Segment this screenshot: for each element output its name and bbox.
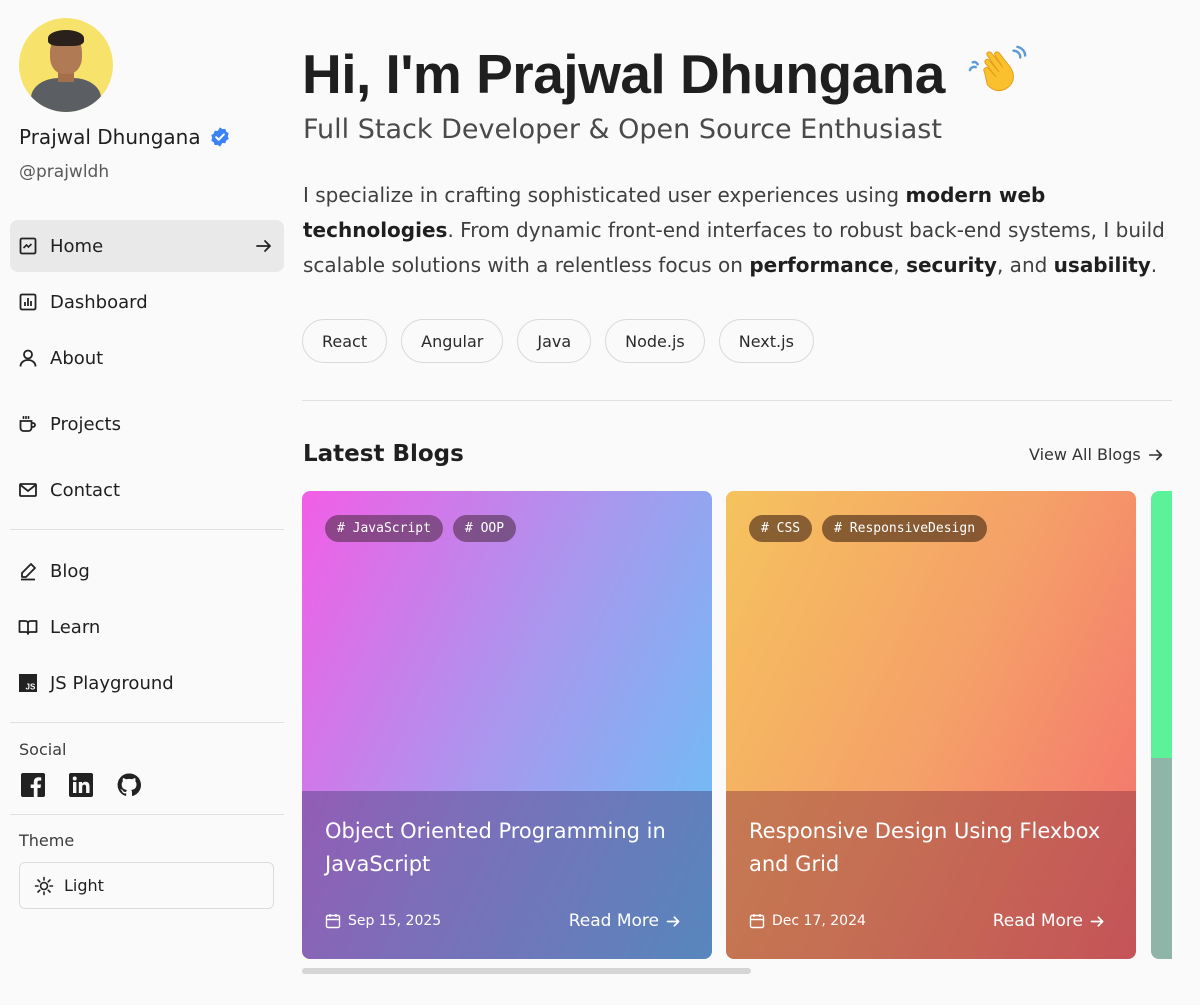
sun-icon xyxy=(34,876,54,895)
hero-title: Hi, I'm Prajwal Dhungana xyxy=(302,43,945,105)
blog-title[interactable]: Responsive Design Using Flexbox and Grid xyxy=(749,815,1109,881)
section-divider xyxy=(302,400,1172,401)
nav-item-label: JS Playground xyxy=(50,672,174,694)
waving-hand-icon xyxy=(968,45,1027,92)
nav-item-blog[interactable]: Blog xyxy=(10,545,284,597)
read-more-label: Read More xyxy=(992,911,1083,931)
nav-item-label: About xyxy=(50,347,104,369)
hero-description: I specialize in crafting sophisticated u… xyxy=(303,183,1165,277)
latest-blogs-heading: Latest Blogs xyxy=(303,441,464,467)
skill-tag[interactable]: Java xyxy=(517,319,592,363)
nav-item-contact[interactable]: Contact xyxy=(10,464,284,516)
svg-text:JS: JS xyxy=(26,683,36,692)
book-icon xyxy=(18,617,38,637)
blog-card-partial[interactable] xyxy=(1151,491,1172,959)
arrow-right-icon xyxy=(1148,449,1162,460)
mail-icon xyxy=(18,480,38,500)
blog-date: Sep 15, 2025 xyxy=(325,913,441,929)
verified-badge-icon xyxy=(210,127,229,147)
social-label: Social xyxy=(19,740,67,759)
sidebar: Prajwal Dhungana @prajwldh Home Dashboar… xyxy=(0,0,294,1005)
home-icon xyxy=(18,236,38,256)
blog-tag[interactable]: # CSS xyxy=(749,515,813,542)
nav-item-projects[interactable]: Projects xyxy=(10,398,284,450)
profile-name: Prajwal Dhungana xyxy=(19,125,201,149)
nav-item-label: Home xyxy=(50,235,104,257)
profile-name-row: Prajwal Dhungana xyxy=(19,125,231,149)
facebook-icon[interactable] xyxy=(21,773,45,797)
blog-card-info: Object Oriented Programming in JavaScrip… xyxy=(302,791,712,959)
theme-value: Light xyxy=(64,876,104,895)
skill-tag[interactable]: Node.js xyxy=(605,319,705,363)
blog-tag[interactable]: # OOP xyxy=(452,515,517,542)
blog-tag[interactable]: # ResponsiveDesign xyxy=(822,515,988,542)
user-icon xyxy=(18,348,38,368)
blog-date-text: Dec 17, 2024 xyxy=(772,913,866,929)
nav-item-learn[interactable]: Learn xyxy=(10,601,284,653)
blog-date: Dec 17, 2024 xyxy=(749,913,866,929)
arrow-right-icon xyxy=(256,240,271,252)
hero-title-row: Hi, I'm Prajwal Dhungana xyxy=(302,42,1029,106)
arrow-right-icon xyxy=(666,915,680,927)
horizontal-scrollbar[interactable] xyxy=(302,968,751,974)
blog-title[interactable]: Object Oriented Programming in JavaScrip… xyxy=(325,815,685,881)
github-icon[interactable] xyxy=(117,773,141,797)
theme-label: Theme xyxy=(19,831,75,850)
sidebar-divider xyxy=(10,722,284,723)
skill-tag[interactable]: Angular xyxy=(401,319,504,363)
pencil-icon xyxy=(18,561,38,581)
view-all-label: View All Blogs xyxy=(1029,445,1141,464)
nav-item-label: Dashboard xyxy=(50,291,148,313)
blog-card[interactable]: # JavaScript # OOP Object Oriented Progr… xyxy=(302,491,712,959)
nav-item-home[interactable]: Home xyxy=(10,220,284,272)
skill-tag[interactable]: React xyxy=(302,319,388,363)
cup-icon xyxy=(18,414,38,434)
profile-handle: @prajwldh xyxy=(19,162,110,182)
nav-item-dashboard[interactable]: Dashboard xyxy=(10,276,284,328)
blog-date-text: Sep 15, 2025 xyxy=(348,913,442,929)
view-all-blogs-link[interactable]: View All Blogs xyxy=(1029,445,1165,464)
linkedin-icon[interactable] xyxy=(69,773,93,797)
nav-item-label: Projects xyxy=(50,413,121,435)
blog-card[interactable]: # CSS # ResponsiveDesign Responsive Desi… xyxy=(726,491,1136,959)
nav-item-about[interactable]: About xyxy=(10,332,284,384)
nav-item-label: Contact xyxy=(50,479,121,501)
avatar[interactable] xyxy=(19,18,113,112)
skill-tag[interactable]: Next.js xyxy=(718,319,814,363)
nav-item-label: Blog xyxy=(50,560,90,582)
calendar-icon xyxy=(325,914,341,929)
js-icon: JS xyxy=(18,673,38,693)
skill-tags: React Angular Java Node.js Next.js xyxy=(302,319,814,363)
dashboard-icon xyxy=(18,292,38,312)
nav-item-js-playground[interactable]: JS JS Playground xyxy=(10,657,284,709)
nav-item-label: Learn xyxy=(50,616,101,638)
calendar-icon xyxy=(749,914,765,929)
hero-subtitle: Full Stack Developer & Open Source Enthu… xyxy=(303,114,942,145)
blog-card-info: Responsive Design Using Flexbox and Grid… xyxy=(726,791,1136,959)
theme-toggle-button[interactable]: Light xyxy=(19,862,274,909)
read-more-link[interactable]: Read More xyxy=(993,911,1106,931)
sidebar-divider xyxy=(10,529,284,530)
blog-tags: # CSS # ResponsiveDesign xyxy=(749,515,988,542)
sidebar-divider xyxy=(10,814,284,815)
blog-tags: # JavaScript # OOP xyxy=(325,515,517,542)
read-more-link[interactable]: Read More xyxy=(569,911,682,931)
read-more-label: Read More xyxy=(568,911,659,931)
blog-tag[interactable]: # JavaScript xyxy=(325,515,443,542)
arrow-right-icon xyxy=(1090,915,1104,927)
